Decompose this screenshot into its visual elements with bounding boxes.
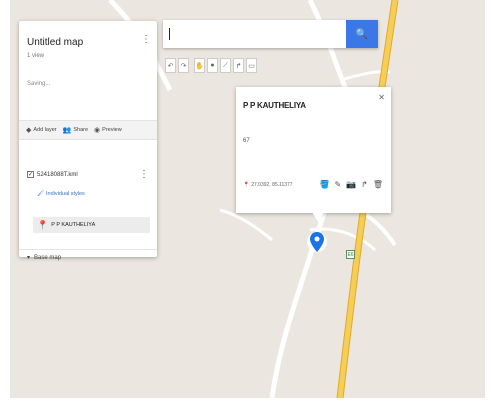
preview-icon: ◉ — [94, 127, 101, 134]
search-bar: 🔍 — [163, 20, 378, 48]
layer-name[interactable]: 52418088T.kml — [37, 172, 78, 178]
highway-shield: E6 — [346, 250, 355, 259]
draw-line-icon[interactable]: ⟋ — [220, 58, 231, 73]
individual-styles-link[interactable]: 🖌 Individual styles — [37, 191, 85, 197]
individual-styles-label: Individual styles — [45, 191, 85, 197]
panel-toolbar: ◆ Add layer 👥 Share ◉ Preview — [19, 120, 157, 140]
chevron-down-icon: ▾ — [27, 255, 31, 261]
map-title[interactable]: Untitled map — [27, 37, 83, 48]
popup-description: 67 — [243, 138, 250, 144]
layer-options-icon[interactable]: ⋮ — [139, 169, 149, 180]
feature-info-popup: P P KAUTHELIYA ✕ 67 📍 27.0392, 85.11377 … — [236, 87, 391, 213]
map-pin-icon: 📍 — [37, 219, 49, 230]
layer-visibility-checkbox[interactable]: ✓ — [27, 171, 34, 178]
map-panel: Untitled map 1 view ⋮ Saving... ◆ Add la… — [19, 21, 157, 261]
add-layer-icon: ◆ — [26, 127, 32, 134]
close-icon[interactable]: ✕ — [378, 93, 385, 102]
search-button[interactable]: 🔍 — [346, 20, 378, 48]
share-button[interactable]: 👥 Share — [63, 126, 88, 134]
popup-title: P P KAUTHELIYA — [243, 101, 306, 110]
share-label: Share — [73, 127, 89, 133]
measure-icon[interactable]: ▭ — [246, 58, 257, 73]
popup-pointer — [312, 212, 324, 222]
undo-icon[interactable]: ↶ — [165, 58, 176, 73]
map-marker-icon[interactable] — [306, 228, 328, 260]
edit-icon[interactable]: ✎ — [334, 180, 341, 189]
base-map-toggle[interactable]: ▾ Base map — [19, 249, 157, 265]
text-cursor — [169, 28, 170, 40]
popup-actions: 🪣 ✎ 📷 ↱ 🗑 — [320, 180, 384, 189]
redo-icon[interactable]: ↷ — [178, 58, 189, 73]
preview-button[interactable]: ◉ Preview — [94, 126, 122, 134]
add-marker-icon[interactable]: ● — [207, 58, 218, 73]
hand-icon[interactable]: ✋ — [194, 58, 205, 73]
layer-header: ✓ 52418088T.kml — [27, 171, 78, 178]
location-pin-icon: 📍 — [243, 182, 250, 188]
style-brush-icon: 🖌 — [37, 191, 44, 197]
feature-list-item[interactable]: 📍 P P KAUTHELIYA — [33, 217, 150, 233]
base-map-label: Base map — [34, 254, 62, 261]
search-input[interactable] — [163, 20, 346, 48]
search-icon: 🔍 — [355, 28, 369, 40]
add-directions-icon[interactable]: ↱ — [233, 58, 244, 73]
photo-icon[interactable]: 📷 — [346, 180, 356, 189]
style-icon[interactable]: 🪣 — [320, 180, 330, 189]
directions-icon[interactable]: ↱ — [361, 180, 368, 189]
map-options-icon[interactable]: ⋮ — [141, 35, 151, 45]
feature-name: P P KAUTHELIYA — [51, 222, 96, 228]
popup-coordinates: 📍 27.0392, 85.11377 — [243, 182, 293, 188]
save-status: Saving... — [27, 81, 51, 87]
share-icon: 👥 — [62, 127, 72, 134]
add-layer-label: Add layer — [33, 127, 57, 133]
delete-icon[interactable]: 🗑 — [373, 180, 383, 189]
drawing-toolbar: ↶ ↷ ✋ ● ⟋ ↱ ▭ — [165, 58, 257, 78]
view-count: 1 view — [27, 53, 45, 59]
add-layer-button[interactable]: ◆ Add layer — [26, 126, 57, 134]
preview-label: Preview — [102, 127, 122, 133]
coordinates-text: 27.0392, 85.11377 — [251, 182, 293, 188]
